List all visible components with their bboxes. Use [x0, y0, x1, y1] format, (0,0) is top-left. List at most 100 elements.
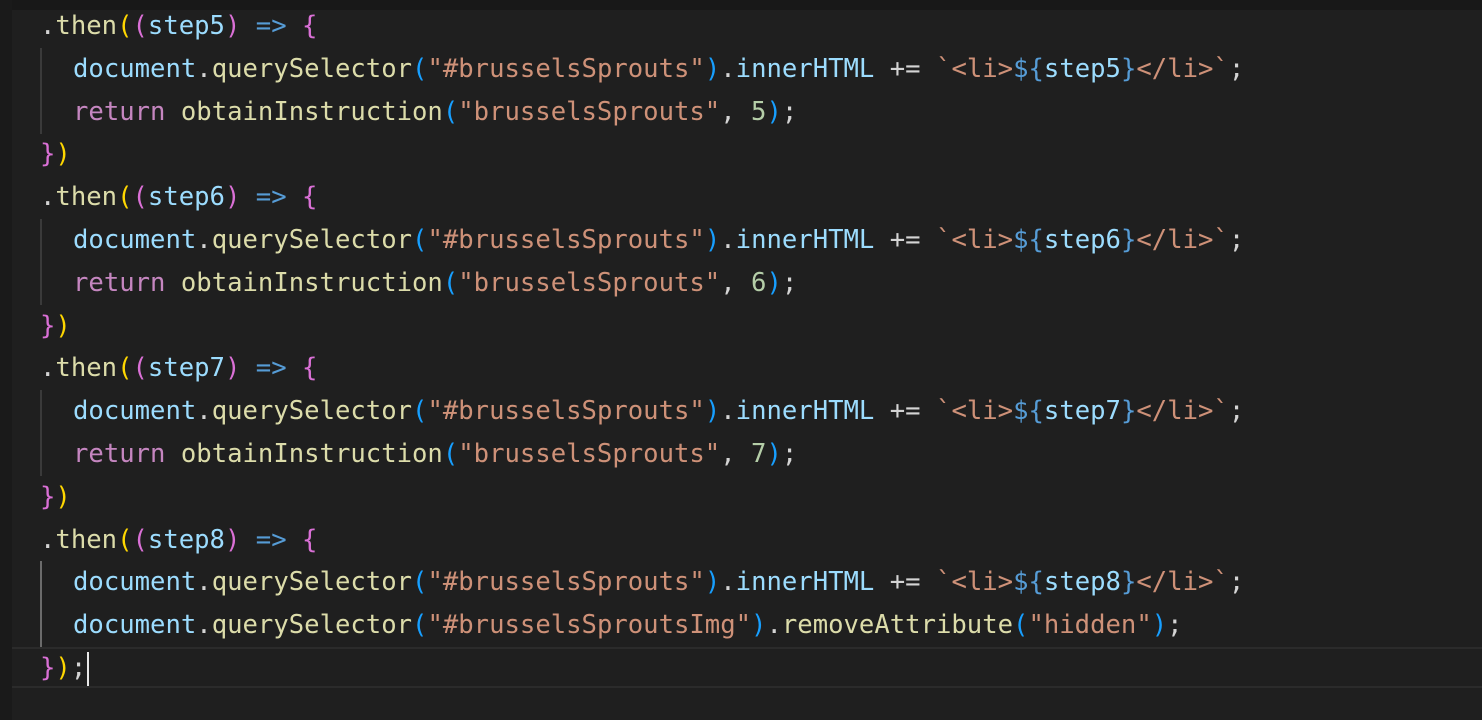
token-rparen: ) — [704, 396, 721, 427]
token-li-close: </li> — [1136, 396, 1214, 427]
code-line-return[interactable]: return obtainInstruction("brusselsSprout… — [40, 91, 1480, 134]
token-comma: , — [720, 438, 736, 469]
code-line-then-step5[interactable]: .then((step5) => { — [40, 5, 1480, 48]
token-lparen: ( — [412, 610, 428, 641]
code-line-close[interactable]: }) — [40, 305, 1480, 348]
token-string: "#brusselsSprouts" — [427, 567, 705, 598]
code-line-then-step7[interactable]: .then((step7) => { — [40, 347, 1480, 390]
token-arrow: => — [255, 353, 287, 384]
token-rparen: ) — [55, 481, 71, 512]
token-innerhtml: innerHTML — [735, 224, 875, 255]
code-line-return[interactable]: return obtainInstruction("brusselsSprout… — [40, 433, 1480, 476]
token-dot: . — [196, 567, 212, 598]
token-queryselector: querySelector — [211, 224, 413, 255]
token-plus-eq: += — [889, 567, 921, 598]
token-semicolon: ; — [1228, 396, 1245, 427]
code-line-query-selector[interactable]: document.querySelector("#brusselsSprouts… — [40, 219, 1480, 262]
token-dot: . — [720, 224, 736, 255]
token-obtaininstruction: obtainInstruction — [180, 267, 443, 298]
token-string: "#brusselsSprouts" — [427, 224, 705, 255]
token-rparen: ) — [766, 267, 782, 298]
code-line-close[interactable]: }) — [40, 476, 1480, 519]
token-rparen: ) — [224, 524, 241, 555]
token-backtick: ` — [1213, 396, 1229, 427]
token-li-open: <li> — [951, 224, 1014, 255]
token-lparen: ( — [117, 182, 133, 213]
token-template-close: } — [1120, 567, 1137, 598]
token-rparen: ) — [751, 610, 767, 641]
token-lparen: ( — [412, 396, 428, 427]
token-template-close: } — [1120, 53, 1137, 84]
token-rparen: ) — [55, 310, 71, 341]
token-lparen: ( — [412, 53, 428, 84]
code-line-then-step8[interactable]: .then((step8) => { — [40, 519, 1480, 562]
code-line-close-current[interactable]: }); — [40, 647, 1480, 690]
token-backtick: ` — [1213, 53, 1229, 84]
token-lparen: ( — [1013, 610, 1029, 641]
token-li-close: </li> — [1136, 567, 1214, 598]
token-comma: , — [720, 96, 736, 127]
code-line-return[interactable]: return obtainInstruction("brusselsSprout… — [40, 262, 1480, 305]
token-number: 6 — [751, 267, 767, 298]
token-then: then — [55, 11, 118, 41]
token-queryselector: querySelector — [211, 567, 413, 598]
code-editor[interactable]: .then((step5) => { document.querySelecto… — [0, 0, 1482, 720]
token-template-open: ${ — [1013, 53, 1044, 84]
token-template-open: ${ — [1013, 567, 1044, 598]
token-dot: . — [766, 610, 782, 641]
text-cursor — [87, 651, 90, 686]
token-dot: . — [196, 53, 212, 84]
token-then: then — [55, 353, 118, 384]
token-document: document — [73, 224, 197, 255]
token-rparen: ) — [55, 652, 71, 683]
token-string: "brusselsSprouts" — [458, 438, 721, 469]
token-rbrace: } — [40, 310, 56, 341]
code-area[interactable]: .then((step5) => { document.querySelecto… — [40, 5, 1480, 690]
token-innerhtml: innerHTML — [735, 396, 875, 427]
token-lparen: ( — [442, 438, 459, 469]
token-document: document — [73, 396, 197, 427]
token-param: step8 — [147, 524, 225, 555]
token-lparen: ( — [117, 524, 133, 555]
token-semicolon: ; — [781, 438, 798, 469]
token-template-open: ${ — [1013, 224, 1044, 255]
token-li-open: <li> — [951, 567, 1014, 598]
token-rparen: ) — [704, 567, 721, 598]
token-param: step5 — [147, 11, 225, 41]
code-line-query-selector[interactable]: document.querySelector("#brusselsSprouts… — [40, 48, 1480, 91]
token-plus-eq: += — [889, 224, 921, 255]
token-backtick: ` — [936, 224, 952, 255]
code-line-then-step6[interactable]: .then((step6) => { — [40, 176, 1480, 219]
token-dot: . — [40, 353, 56, 384]
token-dot: . — [720, 53, 736, 84]
token-lparen: ( — [132, 524, 148, 555]
token-queryselector: querySelector — [211, 396, 413, 427]
token-backtick: ` — [1213, 224, 1229, 255]
token-backtick: ` — [936, 396, 952, 427]
token-rbrace: } — [40, 139, 56, 170]
token-arrow: => — [255, 11, 287, 41]
token-semicolon: ; — [70, 652, 87, 683]
code-line-query-selector[interactable]: document.querySelector("#brusselsSprouts… — [40, 390, 1480, 433]
token-semicolon: ; — [1228, 224, 1245, 255]
token-semicolon: ; — [1167, 610, 1183, 641]
token-lparen: ( — [442, 96, 459, 127]
token-backtick: ` — [1213, 567, 1229, 598]
token-rbrace: } — [40, 652, 56, 683]
token-arrow: => — [255, 524, 287, 555]
token-obtaininstruction: obtainInstruction — [180, 438, 443, 469]
token-rparen: ) — [704, 53, 721, 84]
token-param: step8 — [1043, 567, 1121, 598]
token-semicolon: ; — [1228, 567, 1245, 598]
token-lparen: ( — [117, 11, 133, 41]
code-line-close[interactable]: }) — [40, 133, 1480, 176]
token-backtick: ` — [936, 53, 952, 84]
code-line-remove-attribute[interactable]: document.querySelector("#brusselsSprouts… — [40, 604, 1480, 647]
token-dot: . — [40, 524, 56, 555]
token-rparen: ) — [1151, 610, 1168, 641]
token-rparen: ) — [55, 139, 71, 170]
token-semicolon: ; — [1228, 53, 1245, 84]
token-li-open: <li> — [951, 396, 1014, 427]
code-line-query-selector[interactable]: document.querySelector("#brusselsSprouts… — [40, 561, 1480, 604]
token-string: "brusselsSprouts" — [458, 96, 721, 127]
